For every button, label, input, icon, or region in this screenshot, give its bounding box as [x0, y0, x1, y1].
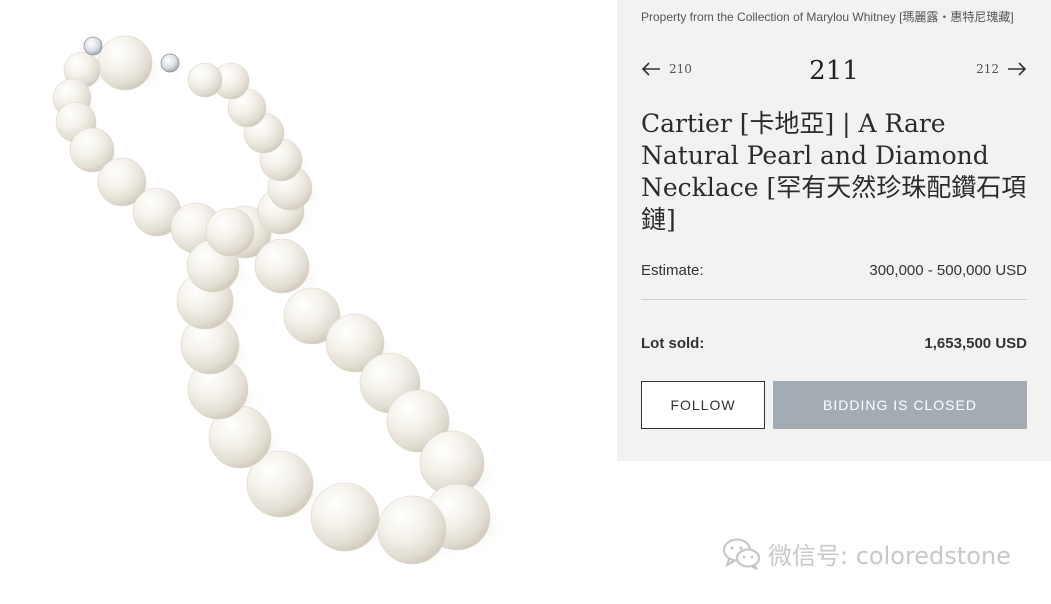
watermark: 微信号: coloredstone — [722, 536, 1011, 571]
follow-button[interactable]: FOLLOW — [641, 381, 765, 429]
pearl — [205, 207, 255, 257]
estimate-row: Estimate: 300,000 - 500,000 USD — [641, 262, 1027, 279]
pearl — [254, 238, 310, 294]
pearl-necklace-image — [52, 35, 510, 570]
estimate-label: Estimate: — [641, 262, 704, 279]
lot-title: Cartier [卡地亞] | A Rare Natural Pearl and… — [641, 109, 1027, 234]
divider — [641, 299, 1027, 300]
diamond-clasp — [83, 36, 103, 56]
lot-sold-row: Lot sold: 1,653,500 USD — [641, 335, 1027, 352]
wechat-icon — [722, 537, 761, 570]
bidding-closed-button: BIDDING IS CLOSED — [773, 381, 1027, 429]
lot-sold-value: 1,653,500 USD — [924, 335, 1027, 352]
lot-image — [0, 0, 617, 604]
pearl — [97, 35, 153, 91]
lot-details-panel: Property from the Collection of Marylou … — [617, 0, 1051, 461]
next-lot-number: 212 — [976, 62, 999, 76]
pearl — [310, 482, 380, 552]
lot-sold-label: Lot sold: — [641, 335, 705, 352]
arrow-right-icon — [1008, 62, 1027, 76]
estimate-value: 300,000 - 500,000 USD — [869, 262, 1027, 279]
diamond-clasp — [160, 53, 180, 73]
next-lot-link[interactable]: 212 — [976, 62, 1027, 76]
pearl — [377, 495, 447, 565]
watermark-text: 微信号: coloredstone — [768, 542, 1011, 570]
current-lot-number: 211 — [809, 56, 859, 86]
provenance-text: Property from the Collection of Marylou … — [641, 10, 1014, 24]
lot-navigation: 210 211 212 — [641, 56, 1027, 90]
pearl — [187, 62, 223, 98]
